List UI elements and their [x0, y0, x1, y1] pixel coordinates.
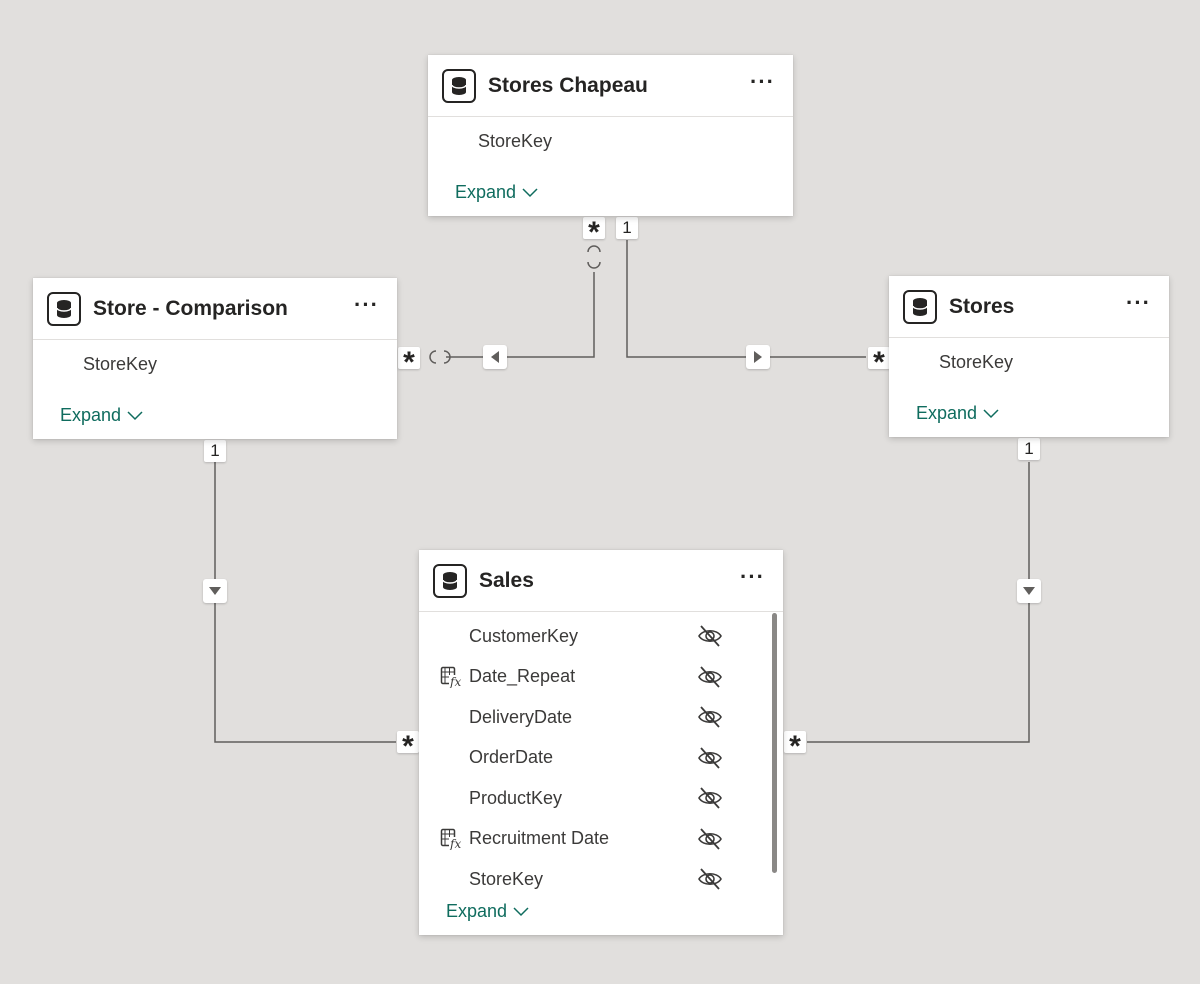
triangle-arrow-icon [209, 587, 221, 595]
triangle-arrow-icon [754, 351, 762, 363]
table-card-header[interactable]: Store - Comparison ··· [33, 278, 397, 340]
table-title: Sales [479, 568, 534, 592]
eye-hidden-icon[interactable] [696, 867, 724, 896]
field-name: StoreKey [469, 868, 544, 889]
expand-button[interactable]: Expand [446, 901, 529, 922]
field-name: Date_Repeat [469, 666, 576, 687]
database-icon [903, 289, 937, 324]
field-row[interactable]: fx Date_Repeat [419, 657, 783, 698]
field-name: Recruitment Date [469, 828, 610, 849]
cardinality-one-badge: 1 [616, 217, 638, 239]
triangle-arrow-icon [491, 351, 499, 363]
more-options-button[interactable]: ··· [746, 70, 779, 101]
chevron-down-icon [983, 408, 999, 418]
field-row[interactable]: StoreKey [33, 344, 397, 385]
model-diagram-canvas: * 1 * 1 * 1 * * Stores Chapeau ··· Store… [0, 0, 1200, 984]
database-icon [47, 291, 81, 326]
database-icon [433, 563, 467, 598]
relationship-line-chapeau-comparison [446, 272, 595, 358]
eye-hidden-icon[interactable] [696, 786, 724, 815]
field-row[interactable]: CustomerKey [419, 616, 783, 657]
expand-button[interactable]: Expand [455, 182, 538, 203]
expand-label: Expand [455, 182, 517, 202]
table-card-sales[interactable]: Sales ··· CustomerKey fx Date_Repeat Delive… [419, 550, 783, 935]
more-options-button[interactable]: ··· [1122, 291, 1155, 322]
field-row[interactable]: fx Recruitment Date [419, 819, 783, 860]
expand-label: Expand [60, 405, 122, 425]
field-row[interactable]: StoreKey [428, 121, 793, 162]
filter-direction-down-arrow[interactable] [203, 579, 227, 603]
table-card-store-comparison[interactable]: Store - Comparison ··· StoreKey Expand [33, 278, 397, 439]
expand-label: Expand [916, 403, 978, 423]
relationship-line-comparison-sales [214, 462, 396, 743]
cardinality-many-badge: * [868, 347, 890, 378]
more-options-button[interactable]: ··· [736, 565, 769, 596]
table-title: Store - Comparison [93, 296, 288, 320]
cardinality-many-badge: * [398, 347, 420, 378]
relationship-line-chapeau-stores [626, 240, 866, 358]
database-icon [442, 68, 476, 103]
cardinality-one-badge: 1 [204, 440, 226, 462]
cardinality-many-badge: * [397, 731, 419, 762]
filter-direction-right-arrow[interactable] [746, 345, 770, 369]
table-card-stores-chapeau[interactable]: Stores Chapeau ··· StoreKey Expand [428, 55, 793, 216]
calculated-column-icon: fx [440, 828, 464, 855]
field-name: StoreKey [478, 130, 553, 151]
table-card-header[interactable]: Stores ··· [889, 276, 1169, 338]
expand-button[interactable]: Expand [60, 405, 143, 426]
field-row[interactable]: OrderDate [419, 738, 783, 779]
chevron-down-icon [127, 410, 143, 420]
table-title: Stores [949, 294, 1015, 318]
table-title: Stores Chapeau [488, 73, 648, 97]
filter-direction-left-arrow[interactable] [483, 345, 507, 369]
cardinality-one-badge: 1 [1018, 438, 1040, 460]
field-name: OrderDate [469, 747, 554, 768]
field-name: DeliveryDate [469, 706, 573, 727]
svg-text:fx: fx [449, 675, 461, 688]
triangle-arrow-icon [1023, 587, 1035, 595]
field-row[interactable]: ProductKey [419, 778, 783, 819]
field-list[interactable]: CustomerKey fx Date_Repeat DeliveryDate Orde… [419, 616, 783, 900]
eye-hidden-icon[interactable] [696, 624, 724, 653]
field-name: ProductKey [469, 787, 563, 808]
eye-hidden-icon[interactable] [696, 665, 724, 694]
table-card-stores[interactable]: Stores ··· StoreKey Expand [889, 276, 1169, 437]
field-name: StoreKey [939, 351, 1014, 372]
table-card-header[interactable]: Sales ··· [419, 550, 783, 612]
expand-button[interactable]: Expand [916, 403, 999, 424]
calculated-column-icon: fx [440, 666, 464, 693]
field-row[interactable]: StoreKey [889, 342, 1169, 383]
cardinality-many-badge: * [784, 731, 806, 762]
eye-hidden-icon[interactable] [696, 705, 724, 734]
filter-direction-down-arrow[interactable] [1017, 579, 1041, 603]
connector-arc-left [429, 350, 437, 364]
connector-arc-bottom [587, 261, 601, 269]
field-name: CustomerKey [469, 625, 579, 646]
expand-label: Expand [446, 901, 508, 921]
svg-text:fx: fx [449, 837, 461, 850]
eye-hidden-icon[interactable] [696, 827, 724, 856]
chevron-down-icon [513, 906, 529, 916]
field-row[interactable]: DeliveryDate [419, 697, 783, 738]
eye-hidden-icon[interactable] [696, 746, 724, 775]
more-options-button[interactable]: ··· [350, 293, 383, 324]
field-name: StoreKey [83, 353, 158, 374]
field-list-scrollbar[interactable] [772, 613, 777, 873]
field-row[interactable]: StoreKey [419, 859, 783, 900]
relationship-line-stores-sales [807, 462, 1030, 743]
chevron-down-icon [522, 187, 538, 197]
table-card-header[interactable]: Stores Chapeau ··· [428, 55, 793, 117]
cardinality-many-badge: * [583, 217, 605, 248]
